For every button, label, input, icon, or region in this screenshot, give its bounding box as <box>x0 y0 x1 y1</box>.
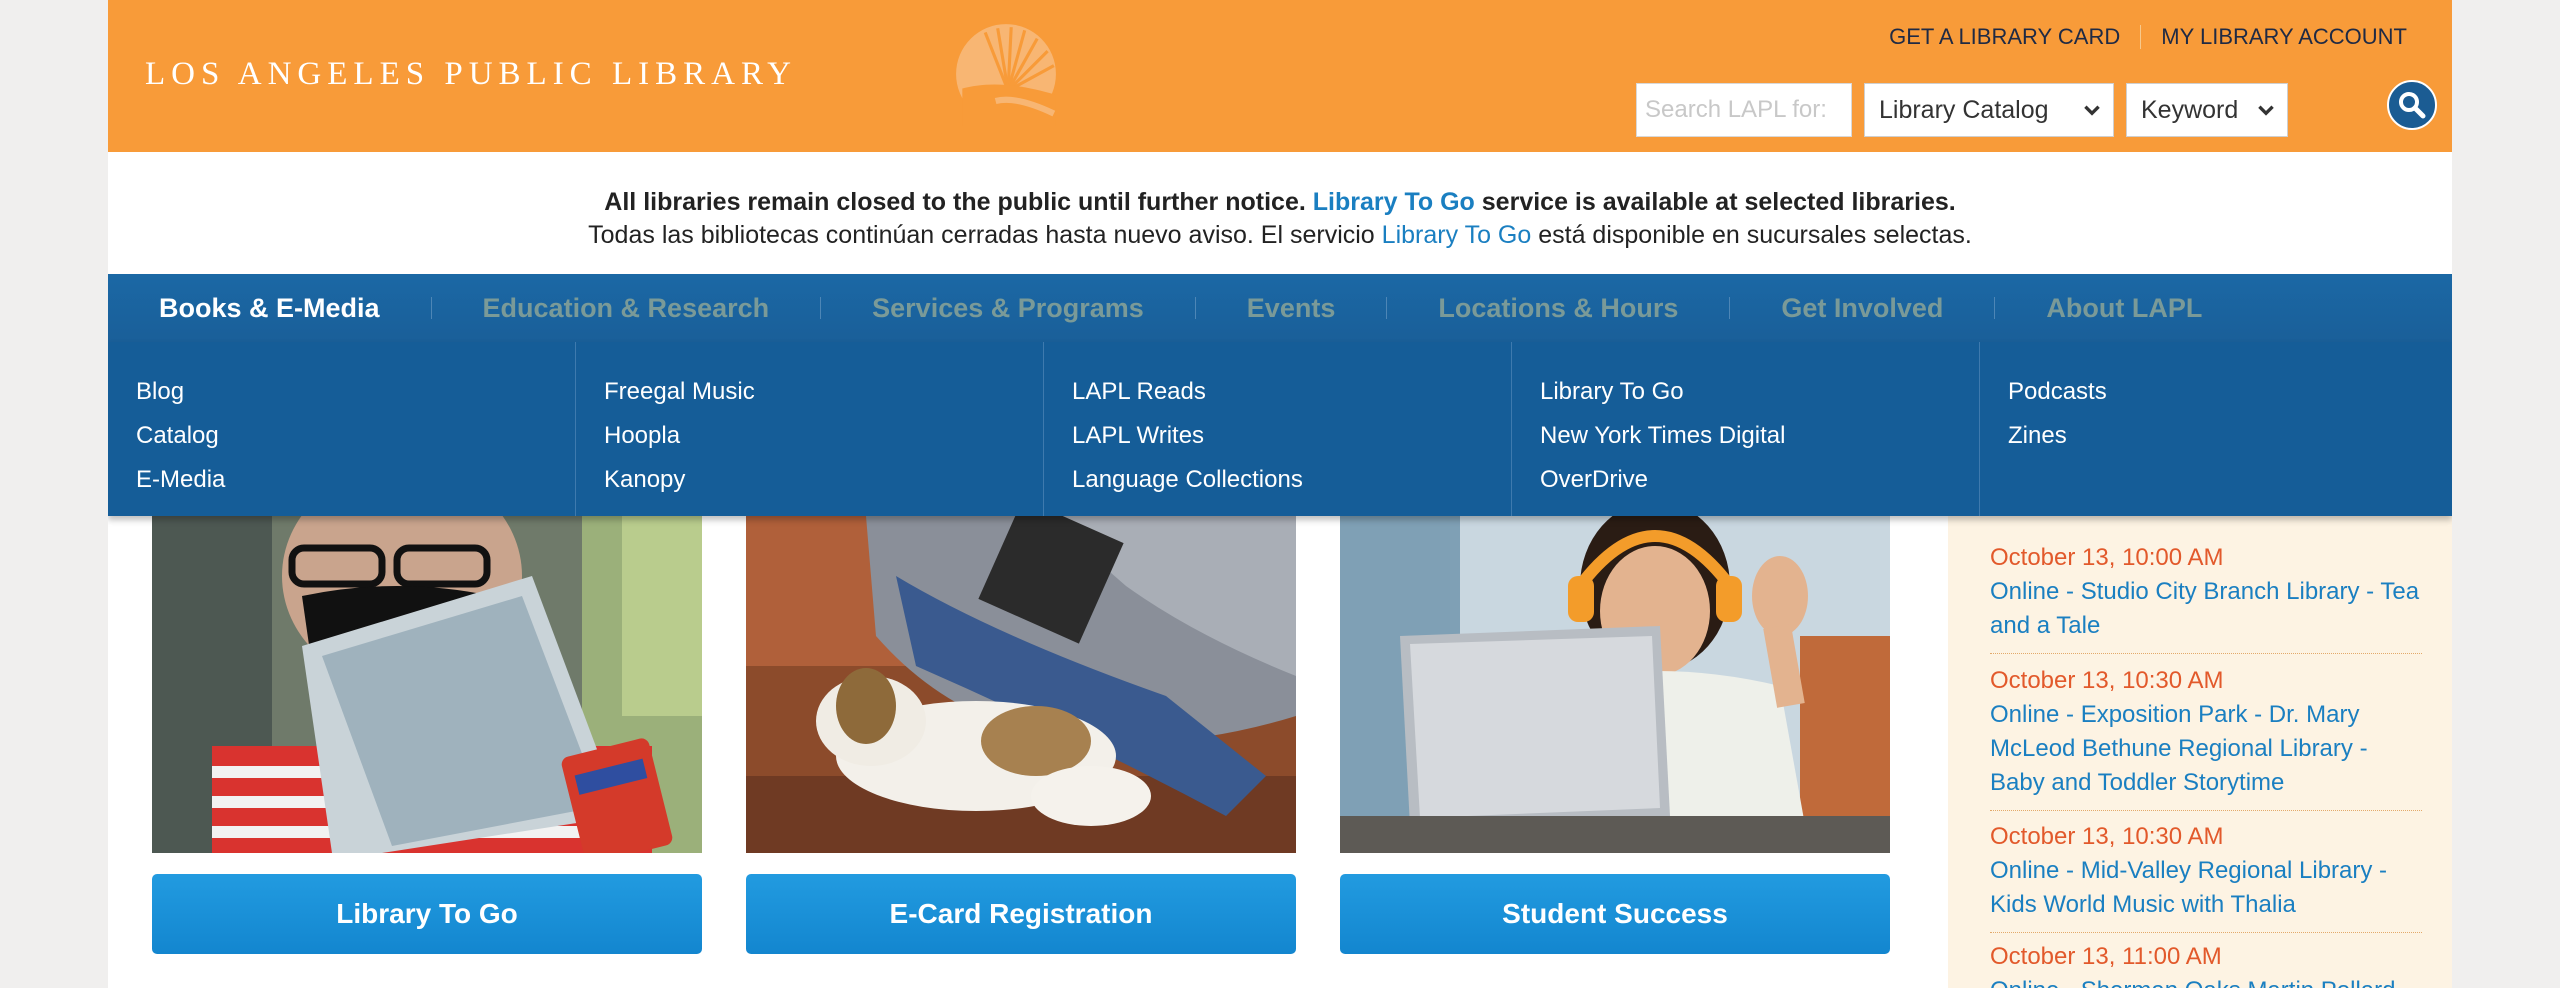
notice-en-text-after: service is available at selected librari… <box>1481 188 1956 216</box>
dropdown-column: Blog Catalog E-Media <box>108 342 576 516</box>
e-card-registration-photo[interactable] <box>746 516 1296 853</box>
nav-divider <box>1729 297 1731 319</box>
dropdown-link-zines[interactable]: Zines <box>2008 414 2448 458</box>
nav-divider <box>1194 297 1196 319</box>
closure-notice: All libraries remain closed to the publi… <box>108 152 2452 274</box>
site-header: LOS ANGELES PUBLIC LIBRARY GET A LIBRARY… <box>108 0 2452 152</box>
search-type-select[interactable]: Keyword <box>2126 83 2288 137</box>
dropdown-link-freegal-music[interactable]: Freegal Music <box>604 370 1043 414</box>
dropdown-link-lapl-writes[interactable]: LAPL Writes <box>1072 414 1511 458</box>
dropdown-link-new-york-times-digital[interactable]: New York Times Digital <box>1540 414 1979 458</box>
student-success-photo[interactable] <box>1340 516 1890 853</box>
library-to-go-photo[interactable] <box>152 516 702 853</box>
nav-about-lapl[interactable]: About LAPL <box>2046 293 2202 324</box>
event-item: October 13, 11:00 AM Online - Sherman Oa… <box>1990 940 2422 988</box>
nav-get-involved[interactable]: Get Involved <box>1781 293 1943 324</box>
notice-es-library-to-go-link[interactable]: Library To Go <box>1382 221 1532 249</box>
event-title-link[interactable]: Online - Studio City Branch Library - Te… <box>1990 575 2422 643</box>
notice-en-library-to-go-link[interactable]: Library To Go <box>1313 188 1475 216</box>
dropdown-link-lapl-reads[interactable]: LAPL Reads <box>1072 370 1511 414</box>
notice-es-text-after: está disponible en sucursales selectas. <box>1538 221 1972 249</box>
page: LOS ANGELES PUBLIC LIBRARY GET A LIBRARY… <box>108 0 2452 988</box>
student-success-button[interactable]: Student Success <box>1340 874 1890 954</box>
event-title-link[interactable]: Online - Sherman Oaks Martin Pollard <box>1990 974 2422 988</box>
dropdown-column: Podcasts Zines <box>1980 342 2448 516</box>
nav-divider <box>430 297 432 319</box>
main-nav: Books & E-Media Education & Research Ser… <box>108 274 2452 342</box>
dropdown-link-language-collections[interactable]: Language Collections <box>1072 458 1511 502</box>
event-item: October 13, 10:00 AM Online - Studio Cit… <box>1990 541 2422 654</box>
nav-divider <box>1386 297 1388 319</box>
chevron-down-icon <box>2258 105 2274 116</box>
events-sidebar: October 13, 10:00 AM Online - Studio Cit… <box>1948 516 2452 988</box>
nav-events[interactable]: Events <box>1247 293 1336 324</box>
search-button[interactable] <box>2387 80 2437 130</box>
search-scope-value: Library Catalog <box>1879 95 2049 124</box>
dropdown-link-overdrive[interactable]: OverDrive <box>1540 458 1979 502</box>
dropdown-link-hoopla[interactable]: Hoopla <box>604 414 1043 458</box>
dropdown-link-kanopy[interactable]: Kanopy <box>604 458 1043 502</box>
event-item: October 13, 10:30 AM Online - Exposition… <box>1990 664 2422 811</box>
event-title-link[interactable]: Online - Exposition Park - Dr. Mary McLe… <box>1990 698 2422 800</box>
dropdown-link-catalog[interactable]: Catalog <box>136 414 575 458</box>
dropdown-column: Freegal Music Hoopla Kanopy <box>576 342 1044 516</box>
notice-spanish: Todas las bibliotecas continúan cerradas… <box>108 219 2452 252</box>
event-date: October 13, 10:00 AM <box>1990 544 2224 571</box>
nav-books-e-media[interactable]: Books & E-Media <box>159 293 380 324</box>
notice-en-text-before: All libraries remain closed to the publi… <box>604 188 1306 216</box>
dropdown-link-library-to-go[interactable]: Library To Go <box>1540 370 1979 414</box>
dropdown-link-podcasts[interactable]: Podcasts <box>2008 370 2448 414</box>
library-to-go-button[interactable]: Library To Go <box>152 874 702 954</box>
event-date: October 13, 10:30 AM <box>1990 823 2224 850</box>
top-links-divider <box>2140 25 2142 49</box>
nav-education-research[interactable]: Education & Research <box>483 293 770 324</box>
search-input[interactable] <box>1636 83 1852 137</box>
my-library-account-link[interactable]: MY LIBRARY ACCOUNT <box>2161 24 2407 50</box>
event-title-link[interactable]: Online - Mid-Valley Regional Library - K… <box>1990 854 2422 922</box>
dropdown-link-blog[interactable]: Blog <box>136 370 575 414</box>
library-logo-text[interactable]: LOS ANGELES PUBLIC LIBRARY <box>145 56 797 93</box>
event-item: October 13, 10:30 AM Online - Mid-Valley… <box>1990 820 2422 933</box>
library-logo-icon[interactable] <box>954 22 1058 126</box>
dropdown-link-e-media[interactable]: E-Media <box>136 458 575 502</box>
get-library-card-link[interactable]: GET A LIBRARY CARD <box>1889 24 2120 50</box>
event-date: October 13, 10:30 AM <box>1990 667 2224 694</box>
event-date: October 13, 11:00 AM <box>1990 943 2222 970</box>
notice-english: All libraries remain closed to the publi… <box>108 186 2452 219</box>
top-links: GET A LIBRARY CARD MY LIBRARY ACCOUNT <box>1889 24 2407 50</box>
chevron-down-icon <box>2084 105 2100 116</box>
nav-divider <box>820 297 822 319</box>
search-scope-select[interactable]: Library Catalog <box>1864 83 2114 137</box>
nav-services-programs[interactable]: Services & Programs <box>872 293 1144 324</box>
dropdown-column: LAPL Reads LAPL Writes Language Collecti… <box>1044 342 1512 516</box>
books-e-media-dropdown: Blog Catalog E-Media Freegal Music Hoopl… <box>108 342 2452 516</box>
e-card-registration-button[interactable]: E-Card Registration <box>746 874 1296 954</box>
nav-divider <box>1994 297 1996 319</box>
search-type-value: Keyword <box>2141 95 2239 124</box>
nav-locations-hours[interactable]: Locations & Hours <box>1438 293 1678 324</box>
notice-es-text-before: Todas las bibliotecas continúan cerradas… <box>588 221 1375 249</box>
search-bar: Library Catalog Keyword <box>1636 83 2288 137</box>
search-icon <box>2399 92 2426 119</box>
dropdown-column: Library To Go New York Times Digital Ove… <box>1512 342 1980 516</box>
